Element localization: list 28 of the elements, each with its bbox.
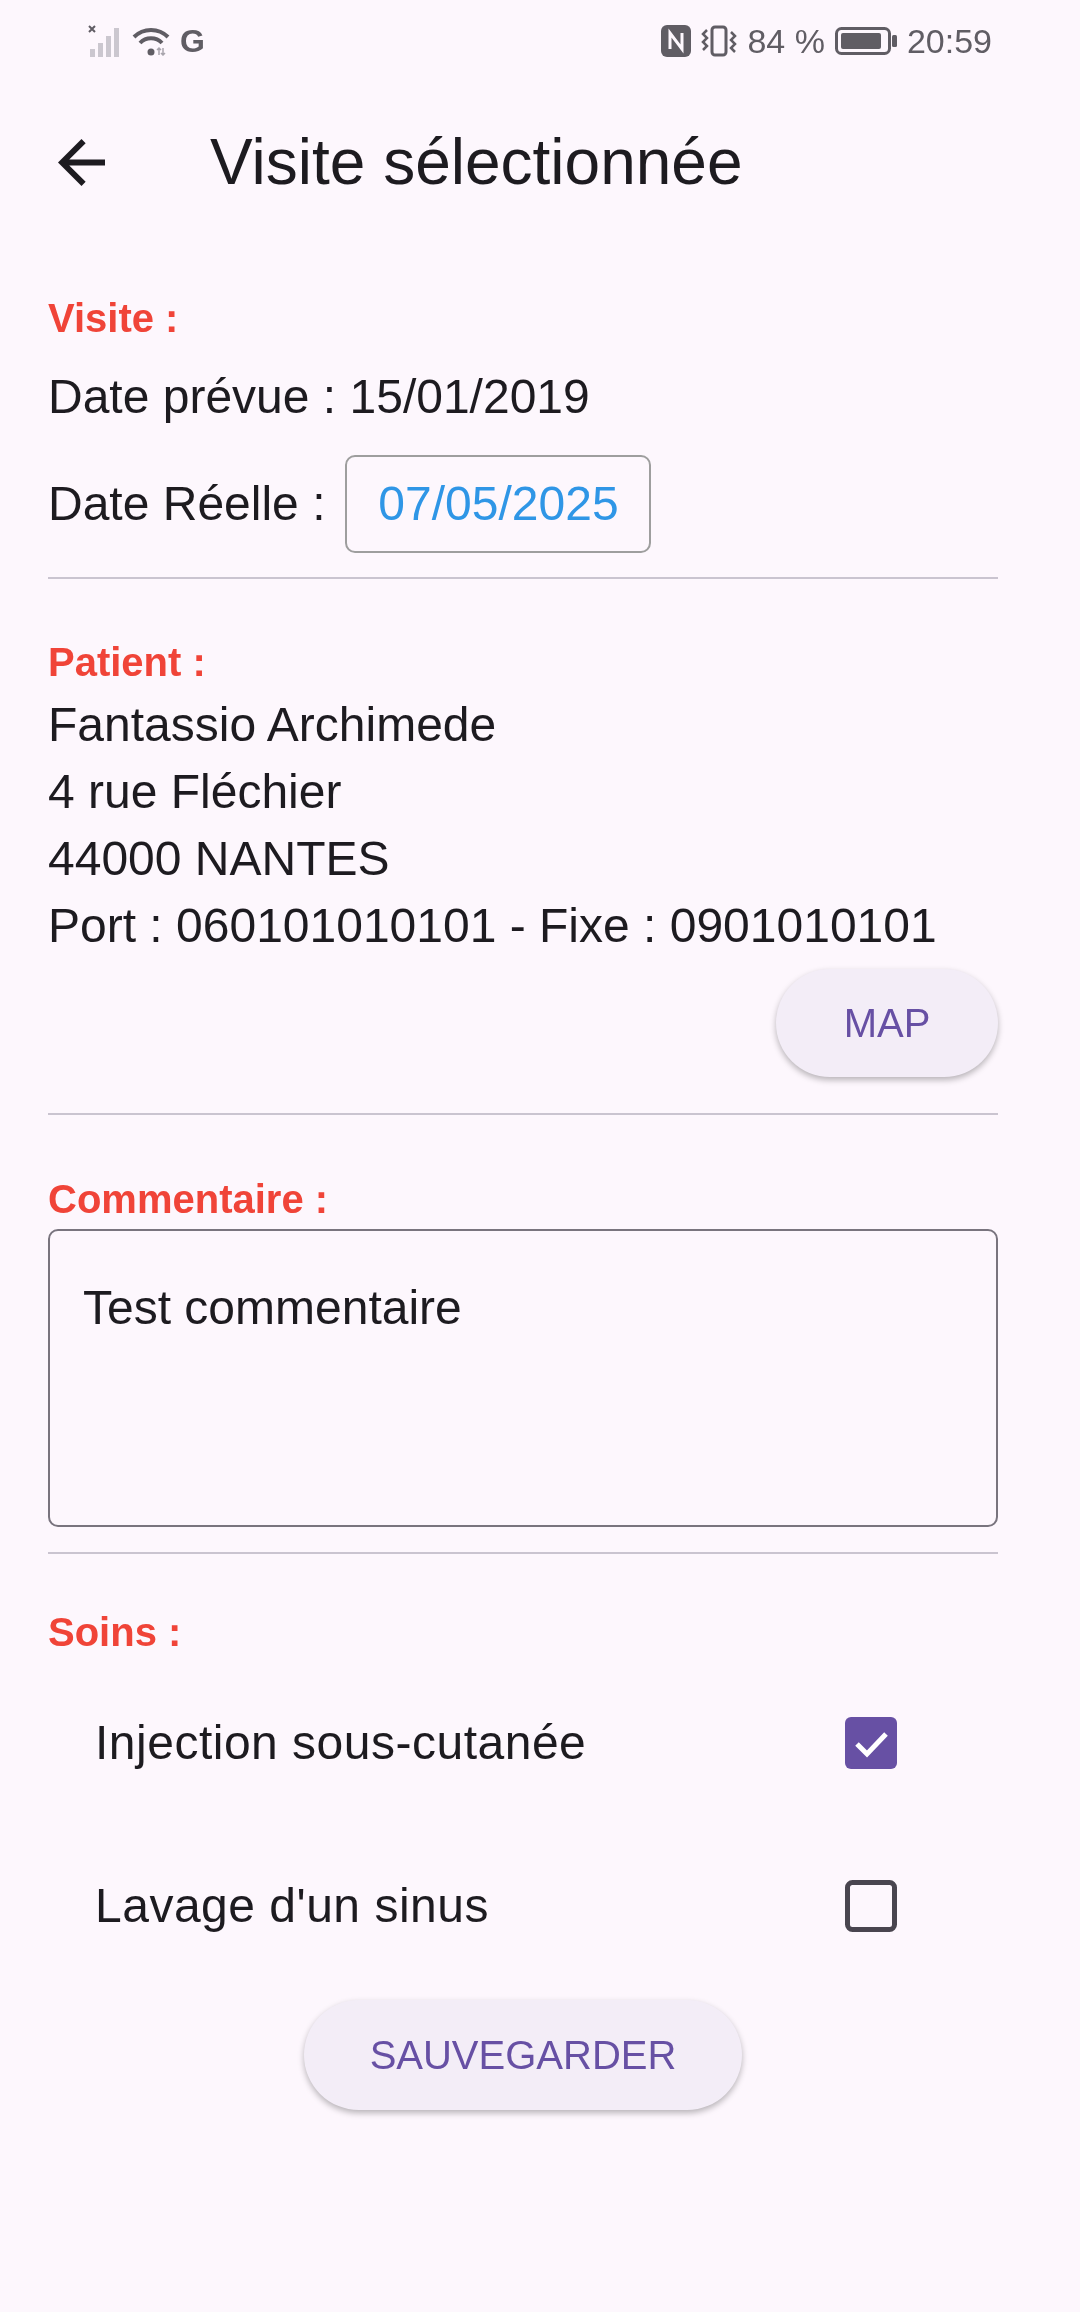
vibrate-icon: [701, 25, 738, 57]
battery-percentage: 84 %: [747, 21, 825, 61]
clock-time: 20:59: [906, 21, 992, 61]
section-heading: Visite :: [48, 295, 180, 342]
section-heading: Commentaire :: [48, 1176, 330, 1223]
save-button[interactable]: SAUVEGARDER: [304, 2000, 742, 2110]
section-heading: Soins :: [48, 1609, 183, 1656]
patient-name: Fantassio Archimede: [48, 697, 498, 753]
city-address: 44000 NANTES: [48, 831, 391, 887]
battery-icon: [834, 27, 897, 55]
nfc-icon: [661, 25, 692, 57]
screen-title: Visite sélectionnée: [210, 125, 743, 200]
planned-date-text: Date prévue : 15/01/2019: [48, 369, 591, 425]
map-button[interactable]: MAP: [776, 969, 998, 1077]
street-address: 4 rue Fléchier: [48, 764, 343, 820]
date-field[interactable]: 07/05/2025: [345, 455, 652, 553]
actual-date-label: Date Réelle :: [48, 476, 326, 532]
phone-numbers: Port : 060101010101 - Fixe : 0901010101: [48, 898, 938, 954]
back-icon[interactable]: [58, 138, 105, 186]
treatment-label: Lavage d'un sinus: [95, 1877, 489, 1934]
network-type-label: G: [180, 23, 205, 59]
no-signal-icon: [88, 25, 122, 57]
wifi-icon: [132, 26, 170, 56]
checkbox[interactable]: [845, 1716, 897, 1769]
treatment-label: Injection sous-cutanée: [95, 1714, 587, 1771]
section-heading: Patient :: [48, 639, 207, 686]
comment-field[interactable]: Test commentaire: [48, 1229, 998, 1527]
checkbox[interactable]: [845, 1879, 897, 1932]
